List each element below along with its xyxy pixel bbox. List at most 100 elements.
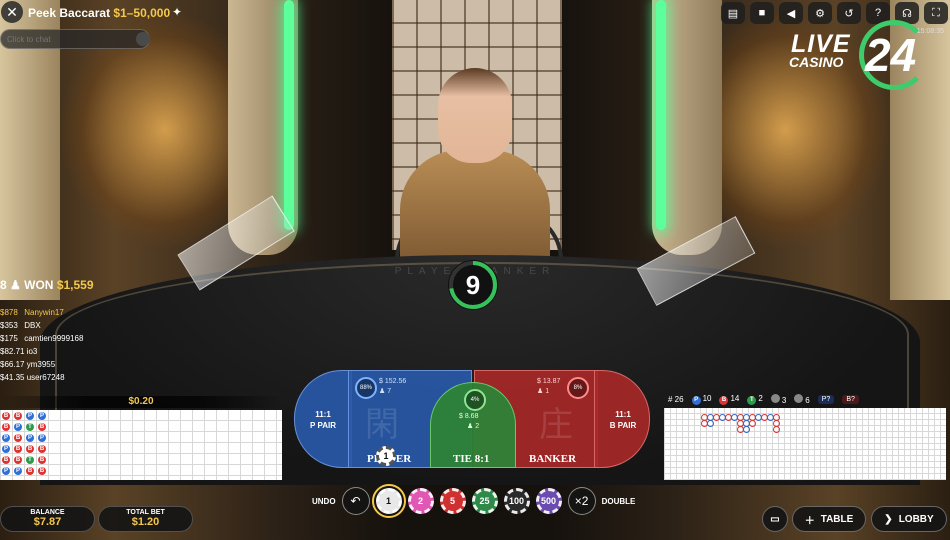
- winner-name: user67248: [26, 373, 65, 382]
- winner-amount: $175: [0, 334, 18, 343]
- bead-result: B: [2, 456, 10, 464]
- tie-label-group: TIE 8:1: [453, 453, 489, 465]
- won-label: WON: [24, 278, 54, 292]
- tie-label: TIE: [453, 453, 472, 465]
- winner-amount: $41.35: [0, 373, 25, 382]
- bead-result: P: [2, 434, 10, 442]
- winner-name: ym3955: [26, 360, 56, 369]
- bead-result: B: [14, 445, 22, 453]
- fullscreen-icon[interactable]: ⛶: [924, 2, 948, 24]
- player-pair-odds: 11:1: [315, 410, 331, 419]
- bead-result: B: [26, 445, 34, 453]
- brand-casino: CASINO: [789, 54, 844, 70]
- double-label: DOUBLE: [601, 496, 636, 506]
- won-amount: $1,559: [56, 278, 94, 292]
- won-summary: 8 ♟ WON $1,559: [0, 278, 220, 292]
- rounds-stat: # 26: [668, 395, 684, 404]
- settings-icon[interactable]: ⚙: [808, 2, 832, 24]
- double-button[interactable]: ×2: [567, 487, 596, 515]
- winner-name: camtien9999168: [24, 334, 84, 343]
- big-road-mark: [707, 420, 714, 427]
- winner-amount: $66.17: [0, 360, 25, 369]
- player-count-value: 7: [387, 388, 392, 395]
- bead-result: P: [38, 412, 46, 420]
- bead-result: T: [26, 456, 34, 464]
- player-pair-stat: 3: [770, 394, 786, 405]
- bead-result: T: [26, 423, 34, 431]
- dealer-head: [438, 68, 512, 163]
- chip-5[interactable]: 5: [439, 488, 466, 514]
- chip-100[interactable]: 100: [503, 488, 530, 514]
- bead-result: B: [26, 467, 34, 475]
- emoji-icon[interactable]: [136, 32, 150, 46]
- chip-row: 1 2 5 25 100 500: [371, 484, 562, 518]
- video-icon[interactable]: ■: [750, 2, 774, 24]
- player-amount: $ 152.56: [379, 378, 407, 385]
- player-pair-label: P PAIR: [310, 421, 336, 430]
- predict-banker-button[interactable]: B?: [842, 395, 859, 404]
- tie-count-value: 2: [475, 423, 480, 430]
- winner-count: 8: [0, 278, 7, 292]
- history-icon[interactable]: ↺: [837, 2, 861, 24]
- big-road[interactable]: [664, 408, 946, 480]
- balance-display: BALANCE $7.87: [0, 506, 95, 532]
- bead-result: B: [14, 412, 22, 420]
- total-bet-value: $1.20: [131, 516, 160, 528]
- banker-dot-icon: B: [719, 396, 729, 405]
- bead-result: B: [38, 456, 46, 464]
- bead-result: B: [14, 434, 22, 442]
- close-icon: ✕: [6, 3, 18, 20]
- chip-1[interactable]: 1: [371, 484, 406, 518]
- winner-row: $175 camtien9999168: [0, 332, 220, 345]
- volume-icon[interactable]: ◀: [779, 2, 803, 24]
- bead-result: B: [38, 423, 46, 431]
- tie-wins-value: 2: [758, 394, 763, 403]
- placed-chip[interactable]: 1: [376, 446, 396, 466]
- tie-count: ♟ 2: [467, 423, 480, 430]
- player-pair-text: 11:1 P PAIR: [295, 409, 351, 431]
- tie-wins-stat: T2: [747, 394, 763, 405]
- chat-input[interactable]: [0, 29, 150, 49]
- bead-result: B: [38, 467, 46, 475]
- bead-result: P: [2, 445, 10, 453]
- player-count: ♟ 7: [379, 388, 392, 395]
- lobby-label: LOBBY: [898, 513, 934, 525]
- bead-result: B: [14, 456, 22, 464]
- predict-player-button[interactable]: P?: [817, 395, 835, 404]
- bead-result: P: [14, 423, 22, 431]
- chat-icon[interactable]: ▤: [721, 2, 745, 24]
- undo-button[interactable]: ↶: [341, 487, 370, 515]
- bead-result: B: [2, 412, 10, 420]
- chip-tray: UNDO ↶ 1 2 5 25 100 500 ×2 DOUBLE: [312, 484, 636, 518]
- banker-pair-text: 11:1 B PAIR: [595, 409, 651, 431]
- bead-result: P: [26, 412, 34, 420]
- banker-pair-dot-icon: [794, 394, 804, 403]
- favorite-icon[interactable]: ✦: [172, 5, 182, 19]
- winner-amount: $878: [0, 308, 18, 317]
- tie-bet[interactable]: 4% $ 8.68 ♟ 2 TIE 8:1: [430, 382, 516, 468]
- banker-wins-stat: B 14: [719, 394, 739, 405]
- decor-arch-right: [652, 0, 722, 255]
- balance-value: $7.87: [33, 516, 62, 528]
- balance-label: BALANCE: [30, 509, 65, 516]
- table-button[interactable]: ＋ TABLE: [792, 506, 866, 532]
- bead-result: P: [14, 467, 22, 475]
- person-icon: ♟: [10, 278, 21, 292]
- tie-odds: 8:1: [474, 453, 490, 465]
- brand-number: 24: [865, 29, 917, 81]
- chip-2[interactable]: 2: [407, 488, 434, 514]
- banker-count: ♟ 1: [537, 388, 550, 395]
- chip-500[interactable]: 500: [535, 488, 562, 514]
- close-button[interactable]: ✕: [1, 1, 23, 23]
- game-title: Peek Baccarat $1–50,000: [28, 6, 170, 20]
- countdown-timer: 9: [448, 260, 498, 310]
- bead-result: P: [26, 434, 34, 442]
- bead-result: B: [2, 423, 10, 431]
- bead-road[interactable]: BBPPBPBPBBBPPTPBTBPBPBBB: [0, 410, 282, 480]
- winner-amount: $82.71: [0, 347, 25, 356]
- chat-toggle-button[interactable]: ▭: [762, 506, 788, 532]
- big-road-mark: [773, 426, 780, 433]
- winner-row: $878 Nanywin17: [0, 306, 220, 319]
- chip-25[interactable]: 25: [471, 488, 498, 514]
- lobby-button[interactable]: ❯ LOBBY: [871, 506, 947, 532]
